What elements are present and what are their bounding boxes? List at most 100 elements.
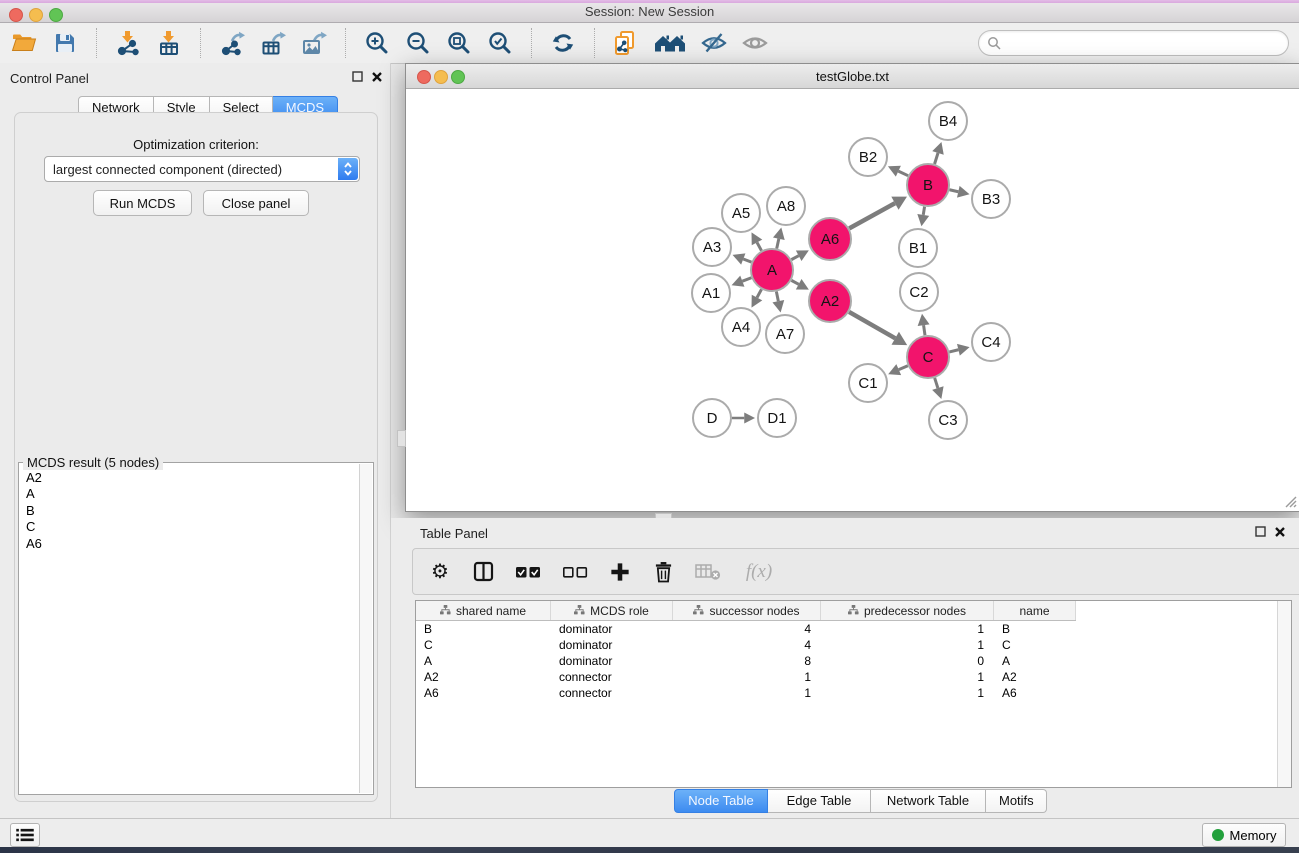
- float-table-panel-button[interactable]: [1255, 526, 1266, 537]
- tab-edge-table[interactable]: Edge Table: [768, 789, 871, 813]
- open-file-button[interactable]: [10, 28, 38, 58]
- table-row[interactable]: A2connector11A2: [416, 669, 1277, 685]
- optimization-select-value: largest connected component (directed): [45, 162, 338, 177]
- mcds-result-item[interactable]: A2: [26, 470, 359, 486]
- table-cell: connector: [551, 686, 673, 700]
- network-window-titlebar[interactable]: testGlobe.txt: [406, 64, 1299, 89]
- tab-motifs[interactable]: Motifs: [986, 789, 1047, 813]
- close-panel-button[interactable]: [372, 72, 382, 82]
- table-cell: A2: [416, 670, 551, 684]
- table-settings-button[interactable]: ⚙: [427, 559, 453, 585]
- edge-A-A8[interactable]: [777, 239, 779, 249]
- graph-node-label: C1: [858, 375, 877, 392]
- task-history-button[interactable]: [10, 823, 40, 847]
- node-table-body: Bdominator41BCdominator41CAdominator80AA…: [416, 621, 1277, 787]
- session-title: Session: New Session: [0, 4, 1299, 19]
- table-cell: 0: [821, 654, 994, 668]
- search-input[interactable]: [1006, 35, 1280, 52]
- table-cell: 4: [673, 622, 821, 636]
- import-table-button[interactable]: [155, 28, 183, 58]
- refresh-layout-button[interactable]: [549, 28, 577, 58]
- table-row[interactable]: Adominator80A: [416, 653, 1277, 669]
- zoom-fit-icon: [446, 30, 472, 56]
- mcds-result-item[interactable]: C: [26, 519, 359, 535]
- export-table-button[interactable]: [259, 28, 287, 58]
- export-network-icon: [219, 30, 245, 56]
- edge-C-C2[interactable]: [924, 325, 925, 335]
- table-row[interactable]: Cdominator41C: [416, 637, 1277, 653]
- float-panel-button[interactable]: [352, 71, 363, 82]
- edge-A-A1[interactable]: [742, 278, 751, 281]
- zoom-selected-icon: [487, 30, 513, 56]
- graph-node-label: A7: [776, 326, 794, 343]
- column-header-MCDS-role[interactable]: MCDS role: [551, 601, 673, 620]
- edge-arrowhead-icon: [957, 186, 970, 198]
- zoom-fit-button[interactable]: [445, 28, 473, 58]
- table-tabs: Node Table Edge Table Network Table Moti…: [674, 789, 1047, 813]
- zoom-selected-button[interactable]: [486, 28, 514, 58]
- edge-C-C4[interactable]: [949, 350, 958, 352]
- mcds-result-item[interactable]: A: [26, 486, 359, 502]
- hide-selected-button[interactable]: [700, 28, 728, 58]
- export-image-button[interactable]: [300, 28, 328, 58]
- delete-entry-button[interactable]: [650, 559, 676, 585]
- column-header-successor-nodes[interactable]: successor nodes: [673, 601, 821, 620]
- select-all-button[interactable]: [513, 559, 543, 585]
- graph-node-label: C4: [981, 334, 1000, 351]
- table-scrollbar[interactable]: [1277, 601, 1291, 787]
- edge-C-C1[interactable]: [899, 366, 908, 370]
- edge-C-C3[interactable]: [935, 378, 938, 388]
- column-header-name[interactable]: name: [994, 601, 1076, 620]
- edge-A-A2[interactable]: [791, 280, 798, 284]
- close-table-panel-button[interactable]: [1275, 527, 1285, 537]
- column-header-shared-name[interactable]: shared name: [416, 601, 551, 620]
- delete-table-button[interactable]: [693, 559, 723, 585]
- edge-B-B4[interactable]: [935, 153, 938, 164]
- show-columns-button[interactable]: [470, 559, 496, 585]
- import-network-button[interactable]: [114, 28, 142, 58]
- edge-A-A7[interactable]: [776, 292, 778, 302]
- edge-A-A3[interactable]: [743, 259, 751, 262]
- optimization-criterion-label: Optimization criterion:: [15, 137, 377, 152]
- result-scrollbar[interactable]: [359, 464, 372, 793]
- function-builder-button[interactable]: f(x): [740, 559, 778, 585]
- titlebar[interactable]: Session: New Session: [0, 0, 1299, 23]
- network-canvas[interactable]: AA1A2A3A4A5A6A7A8BB1B2B3B4CC1C2C3C4DD1: [406, 89, 1297, 510]
- edge-B-B1[interactable]: [923, 207, 924, 215]
- edge-A6-B[interactable]: [849, 203, 895, 228]
- table-row[interactable]: A6connector11A6: [416, 685, 1277, 701]
- mcds-result-item[interactable]: B: [26, 503, 359, 519]
- edge-B-B3[interactable]: [949, 190, 958, 192]
- table-row[interactable]: Bdominator41B: [416, 621, 1277, 637]
- duplicate-network-button[interactable]: [612, 28, 640, 58]
- edge-A2-C[interactable]: [849, 312, 895, 338]
- network-view[interactable]: AA1A2A3A4A5A6A7A8BB1B2B3B4CC1C2C3C4DD1: [406, 89, 1299, 510]
- tab-node-table[interactable]: Node Table: [674, 789, 768, 813]
- search-box[interactable]: [978, 30, 1289, 56]
- graph-node-label: A5: [732, 205, 750, 222]
- search-icon: [987, 36, 1001, 50]
- mcds-result-item[interactable]: A6: [26, 536, 359, 552]
- show-graphics-button[interactable]: [741, 28, 769, 58]
- zoom-out-icon: [405, 30, 431, 56]
- edge-A-A4[interactable]: [757, 289, 761, 297]
- tab-network-table[interactable]: Network Table: [871, 789, 986, 813]
- zoom-out-button[interactable]: [404, 28, 432, 58]
- edge-B-B2[interactable]: [898, 171, 908, 176]
- close-panel-button-secondary[interactable]: Close panel: [203, 190, 309, 216]
- unselect-all-button[interactable]: [560, 559, 590, 585]
- zoom-in-button[interactable]: [363, 28, 391, 58]
- optimization-select[interactable]: largest connected component (directed): [44, 156, 360, 182]
- add-entry-button[interactable]: [607, 559, 633, 585]
- run-mcds-button[interactable]: Run MCDS: [93, 190, 192, 216]
- splitter-grip-vertical[interactable]: [397, 430, 406, 447]
- memory-button[interactable]: Memory: [1202, 823, 1286, 847]
- edge-A-A6[interactable]: [791, 256, 798, 260]
- edge-A-A5[interactable]: [757, 242, 761, 250]
- save-icon: [53, 31, 77, 55]
- home-view-button[interactable]: [653, 28, 687, 58]
- column-header-predecessor-nodes[interactable]: predecessor nodes: [821, 601, 994, 620]
- export-network-button[interactable]: [218, 28, 246, 58]
- resize-grip-icon[interactable]: [1283, 494, 1297, 508]
- save-session-button[interactable]: [51, 28, 79, 58]
